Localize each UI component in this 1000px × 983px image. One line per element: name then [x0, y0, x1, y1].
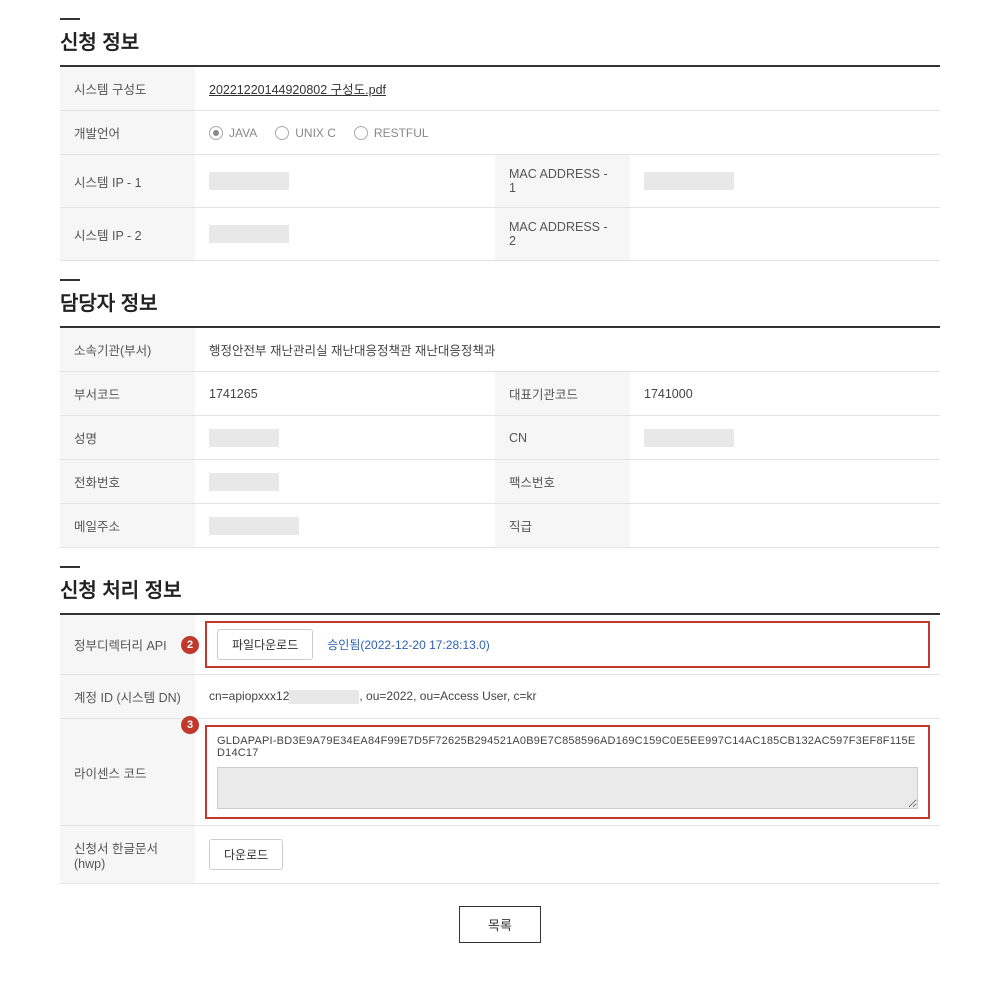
footer-button-area: 목록	[60, 906, 940, 943]
cell-mac1	[630, 155, 940, 208]
label-cn: CN	[495, 416, 630, 460]
radio-label: UNIX C	[295, 126, 336, 140]
section-title-application: 신청 정보	[60, 26, 940, 67]
table-row: 시스템 구성도 20221220144920802 구성도.pdf	[60, 67, 940, 111]
cell-org: 행정안전부 재난관리실 재난대응정책관 재난대응정책과	[195, 328, 940, 372]
cell-hwp: 다운로드	[195, 826, 940, 884]
label-api: 정부디렉터리 API	[60, 615, 195, 675]
cell-dept-code: 1741265	[195, 372, 495, 416]
section-title-manager: 담당자 정보	[60, 287, 940, 328]
cell-system-ip1	[195, 155, 495, 208]
section-marker	[60, 18, 80, 20]
section-marker	[60, 279, 80, 281]
dev-lang-radio-group: JAVA UNIX C RESTFUL	[209, 126, 926, 140]
label-name: 성명	[60, 416, 195, 460]
radio-unixc[interactable]: UNIX C	[275, 126, 336, 140]
label-org: 소속기관(부서)	[60, 328, 195, 372]
cell-name	[195, 416, 495, 460]
label-email: 메일주소	[60, 504, 195, 548]
label-dept-code: 부서코드	[60, 372, 195, 416]
cell-rep-org-code: 1741000	[630, 372, 940, 416]
masked-value	[209, 473, 279, 491]
masked-value	[644, 429, 734, 447]
highlight-box-api: 파일다운로드 승인됨(2022-12-20 17:28:13.0)	[205, 621, 930, 668]
cell-email	[195, 504, 495, 548]
label-hwp: 신청서 한글문서(hwp)	[60, 826, 195, 884]
account-suffix: , ou=2022, ou=Access User, c=kr	[359, 689, 536, 703]
radio-label: RESTFUL	[374, 126, 429, 140]
table-row: 시스템 IP - 1 MAC ADDRESS - 1	[60, 155, 940, 208]
radio-java[interactable]: JAVA	[209, 126, 257, 140]
label-system-ip1: 시스템 IP - 1	[60, 155, 195, 208]
table-row: 신청서 한글문서(hwp) 다운로드	[60, 826, 940, 884]
list-button[interactable]: 목록	[459, 906, 541, 943]
license-code-text: GLDAPAPI-BD3E9A79E34EA84F99E7D5F72625B29…	[217, 735, 918, 759]
badge-3: 3	[181, 716, 199, 734]
masked-value	[209, 517, 299, 535]
license-code-textarea[interactable]	[217, 767, 918, 809]
cell-dev-lang: JAVA UNIX C RESTFUL	[195, 111, 940, 155]
table-row: 성명 CN	[60, 416, 940, 460]
cell-system-diagram: 20221220144920802 구성도.pdf	[195, 67, 940, 111]
masked-value	[644, 172, 734, 190]
label-mac2: MAC ADDRESS - 2	[495, 208, 630, 261]
section-title-processing: 신청 처리 정보	[60, 574, 940, 615]
table-row: 라이센스 코드 3 GLDAPAPI-BD3E9A79E34EA84F99E7D…	[60, 719, 940, 826]
table-row: 계정 ID (시스템 DN) cn=apiopxxx12 , ou=2022, o…	[60, 675, 940, 719]
cell-position	[630, 504, 940, 548]
table-row: 전화번호 팩스번호	[60, 460, 940, 504]
label-mac1: MAC ADDRESS - 1	[495, 155, 630, 208]
section-marker	[60, 566, 80, 568]
table-row: 메일주소 직급	[60, 504, 940, 548]
radio-label: JAVA	[229, 126, 257, 140]
cell-system-ip2	[195, 208, 495, 261]
masked-value	[209, 429, 279, 447]
system-diagram-link[interactable]: 20221220144920802 구성도.pdf	[209, 83, 386, 97]
cell-api: 2 파일다운로드 승인됨(2022-12-20 17:28:13.0)	[195, 615, 940, 675]
table-row: 부서코드 1741265 대표기관코드 1741000	[60, 372, 940, 416]
label-phone: 전화번호	[60, 460, 195, 504]
label-system-ip2: 시스템 IP - 2	[60, 208, 195, 261]
manager-info-table: 소속기관(부서) 행정안전부 재난관리실 재난대응정책관 재난대응정책과 부서코…	[60, 328, 940, 548]
label-system-diagram: 시스템 구성도	[60, 67, 195, 111]
cell-wrap: 2 파일다운로드 승인됨(2022-12-20 17:28:13.0)	[205, 621, 930, 668]
radio-icon	[275, 126, 289, 140]
cell-phone	[195, 460, 495, 504]
hwp-download-button[interactable]: 다운로드	[209, 839, 283, 870]
label-account: 계정 ID (시스템 DN)	[60, 675, 195, 719]
highlight-box-license: GLDAPAPI-BD3E9A79E34EA84F99E7D5F72625B29…	[205, 725, 930, 819]
masked-value	[289, 690, 359, 704]
api-status-text: 승인됨(2022-12-20 17:28:13.0)	[327, 636, 490, 653]
file-download-button[interactable]: 파일다운로드	[217, 629, 313, 660]
label-dev-lang: 개발언어	[60, 111, 195, 155]
cell-license: 3 GLDAPAPI-BD3E9A79E34EA84F99E7D5F72625B…	[195, 719, 940, 826]
application-info-table: 시스템 구성도 20221220144920802 구성도.pdf 개발언어 J…	[60, 67, 940, 261]
radio-icon	[354, 126, 368, 140]
cell-fax	[630, 460, 940, 504]
radio-icon	[209, 126, 223, 140]
processing-info-table: 정부디렉터리 API 2 파일다운로드 승인됨(2022-12-20 17:28…	[60, 615, 940, 884]
cell-mac2	[630, 208, 940, 261]
table-row: 소속기관(부서) 행정안전부 재난관리실 재난대응정책관 재난대응정책과	[60, 328, 940, 372]
cell-account: cn=apiopxxx12 , ou=2022, ou=Access User, …	[195, 675, 940, 719]
radio-restful[interactable]: RESTFUL	[354, 126, 429, 140]
label-position: 직급	[495, 504, 630, 548]
account-prefix: cn=apiopxxx12	[209, 689, 289, 703]
table-row: 시스템 IP - 2 MAC ADDRESS - 2	[60, 208, 940, 261]
label-rep-org-code: 대표기관코드	[495, 372, 630, 416]
table-row: 개발언어 JAVA UNIX C RESTFUL	[60, 111, 940, 155]
masked-value	[209, 225, 289, 243]
label-fax: 팩스번호	[495, 460, 630, 504]
cell-wrap: 3 GLDAPAPI-BD3E9A79E34EA84F99E7D5F72625B…	[205, 725, 930, 819]
label-license: 라이센스 코드	[60, 719, 195, 826]
badge-2: 2	[181, 636, 199, 654]
masked-value	[209, 172, 289, 190]
table-row: 정부디렉터리 API 2 파일다운로드 승인됨(2022-12-20 17:28…	[60, 615, 940, 675]
cell-cn	[630, 416, 940, 460]
